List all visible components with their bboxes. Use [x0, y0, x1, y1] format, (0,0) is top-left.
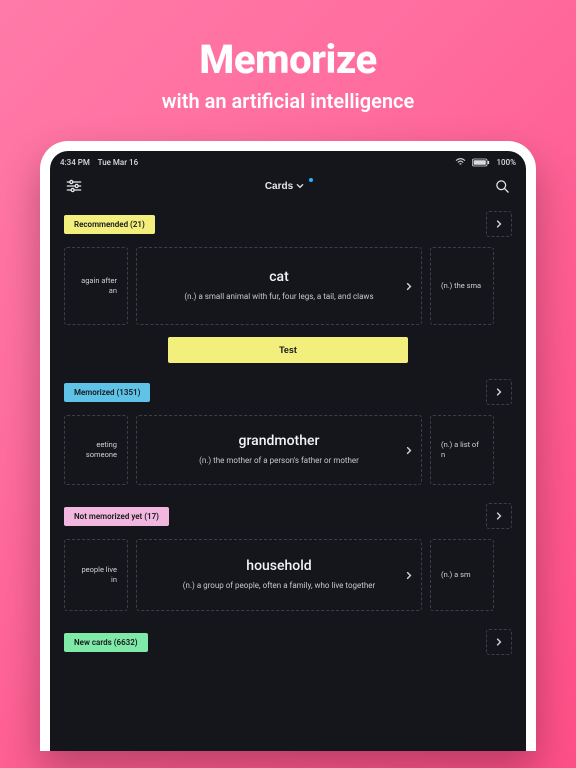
notification-dot — [309, 178, 313, 182]
card-not-memorized[interactable]: household (n.) a group of people, often … — [136, 539, 422, 611]
card-snippet: eeting someone — [75, 440, 117, 460]
chevron-down-icon — [296, 182, 304, 190]
nav-bar: Cards — [50, 169, 526, 203]
card-peek-left[interactable]: people live in — [64, 539, 128, 611]
search-icon[interactable] — [491, 175, 514, 198]
expand-not-memorized[interactable] — [486, 503, 512, 529]
chevron-right-icon — [405, 441, 413, 460]
hero-title: Memorize — [162, 36, 414, 83]
tag-new-cards[interactable]: New cards (6632) — [64, 633, 148, 652]
card-peek-right[interactable]: (n.) a sm — [430, 539, 494, 611]
status-left: 4:34 PM Tue Mar 16 — [60, 158, 138, 167]
tag-memorized[interactable]: Memorized (1351) — [64, 383, 150, 402]
card-title: grandmother — [239, 433, 320, 449]
card-peek-right[interactable]: (n.) a list of n — [430, 415, 494, 485]
settings-icon[interactable] — [62, 175, 86, 197]
carousel-recommended[interactable]: again after an cat (n.) a small animal w… — [50, 241, 526, 329]
test-button[interactable]: Test — [168, 337, 408, 363]
card-definition: (n.) a group of people, often a family, … — [183, 580, 375, 591]
nav-title: Cards — [265, 181, 293, 192]
section-header-memorized: Memorized (1351) — [50, 371, 526, 409]
carousel-memorized[interactable]: eeting someone grandmother (n.) the moth… — [50, 409, 526, 495]
card-title: cat — [269, 269, 289, 285]
card-recommended[interactable]: cat (n.) a small animal with fur, four l… — [136, 247, 422, 325]
status-right: 100% — [455, 158, 516, 167]
section-header-new-cards: New cards (6632) — [50, 621, 526, 659]
expand-memorized[interactable] — [486, 379, 512, 405]
app-screen: 4:34 PM Tue Mar 16 100% — [50, 151, 526, 751]
card-definition: (n.) the mother of a person's father or … — [199, 455, 359, 466]
card-snippet: people live in — [75, 565, 117, 585]
card-memorized[interactable]: grandmother (n.) the mother of a person'… — [136, 415, 422, 485]
card-snippet: (n.) a sm — [441, 570, 471, 580]
expand-recommended[interactable] — [486, 211, 512, 237]
wifi-icon — [455, 158, 466, 166]
tag-recommended[interactable]: Recommended (21) — [64, 215, 155, 234]
card-peek-left[interactable]: eeting someone — [64, 415, 128, 485]
hero-subtitle: with an artificial intelligence — [162, 89, 414, 113]
section-header-recommended: Recommended (21) — [50, 203, 526, 241]
status-time: 4:34 PM — [60, 158, 90, 167]
status-date: Tue Mar 16 — [98, 158, 139, 167]
status-battery: 100% — [496, 158, 516, 167]
battery-icon — [472, 158, 490, 167]
tag-not-memorized[interactable]: Not memorized yet (17) — [64, 507, 169, 526]
expand-new-cards[interactable] — [486, 629, 512, 655]
card-peek-right[interactable]: (n.) the sma — [430, 247, 494, 325]
device-frame: 4:34 PM Tue Mar 16 100% — [40, 141, 536, 751]
chevron-right-icon — [405, 277, 413, 296]
section-header-not-memorized: Not memorized yet (17) — [50, 495, 526, 533]
card-snippet: (n.) a list of n — [441, 440, 483, 460]
card-peek-left[interactable]: again after an — [64, 247, 128, 325]
status-bar: 4:34 PM Tue Mar 16 100% — [50, 151, 526, 169]
carousel-not-memorized[interactable]: people live in household (n.) a group of… — [50, 533, 526, 621]
card-title: household — [246, 558, 311, 574]
content-scroll[interactable]: Recommended (21) again after an cat (n.)… — [50, 203, 526, 751]
chevron-right-icon — [405, 566, 413, 585]
card-snippet: (n.) the sma — [441, 281, 481, 291]
card-definition: (n.) a small animal with fur, four legs,… — [184, 291, 373, 302]
deck-selector[interactable]: Cards — [261, 177, 315, 196]
card-snippet: again after an — [75, 276, 117, 296]
